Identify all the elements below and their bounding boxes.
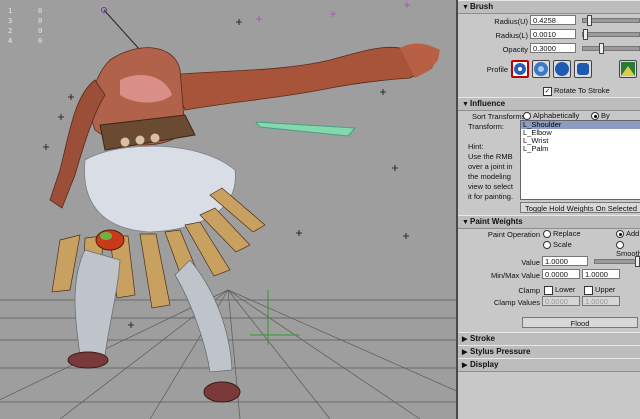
clamp-upper-option[interactable]: Upper: [584, 285, 615, 295]
rotate-to-stroke-option[interactable]: ✓ Rotate To Stroke: [543, 86, 610, 96]
brush-section-header[interactable]: ▼Brush: [458, 0, 640, 14]
soft-brush-icon: [534, 62, 548, 76]
sort-alphabetically-option[interactable]: Alphabetically: [523, 111, 579, 121]
radius-u-slider[interactable]: [582, 15, 640, 26]
scale-option[interactable]: Scale: [543, 240, 572, 250]
clamp-values-label: Clamp Values: [493, 298, 540, 307]
min-max-label: Min/Max Value: [490, 271, 540, 280]
solid-brush-icon: [555, 62, 569, 76]
scene-canvas: [0, 2, 456, 419]
opacity-field[interactable]: 0.3000: [530, 43, 576, 53]
stroke-section-header[interactable]: ▶ Stroke: [458, 332, 640, 346]
transform-label: Transform:: [468, 122, 504, 131]
slider-handle[interactable]: [599, 43, 604, 54]
smooth-radio[interactable]: [616, 241, 624, 250]
profile-soft-button[interactable]: [532, 60, 550, 78]
slider-handle[interactable]: [635, 256, 640, 267]
replace-radio[interactable]: [543, 230, 551, 239]
clamp-max-field: 1.0000: [582, 296, 620, 306]
replace-option[interactable]: Replace: [543, 229, 581, 239]
profile-gaussian-button[interactable]: [511, 60, 529, 78]
paint-operation-label: Paint Operation: [487, 230, 540, 239]
by-hierarchy-radio[interactable]: [591, 112, 599, 121]
expand-triangle-icon: ▼: [462, 4, 469, 11]
transform-list[interactable]: L_Shoulder L_Elbow L_Wrist L_Palm: [520, 120, 640, 200]
opacity-label: Opacity: [502, 45, 528, 54]
hud-row: 40: [8, 37, 43, 45]
min-value-field[interactable]: 0.0000: [542, 269, 580, 279]
hud-row: 10: [8, 7, 43, 15]
display-section-header[interactable]: ▶ Display: [458, 358, 640, 372]
modeling-viewport[interactable]: 10 30 20 40: [0, 0, 456, 419]
clamp-lower-checkbox[interactable]: [544, 285, 553, 295]
influence-section-header[interactable]: ▼Influence: [458, 97, 640, 111]
hud-counters: 10 30 20 40: [8, 6, 68, 46]
clamp-lower-option[interactable]: Lower: [544, 285, 575, 295]
square-brush-icon: [577, 63, 589, 75]
list-item[interactable]: L_Palm: [521, 145, 640, 153]
radius-l-label: Radius(L): [495, 31, 528, 40]
profile-square-button[interactable]: [574, 60, 592, 78]
hud-row: 30: [8, 17, 43, 25]
paint-weights-section-header[interactable]: ▼Paint Weights: [458, 215, 640, 229]
toggle-hold-weights-button[interactable]: Toggle Hold Weights On Selected: [520, 202, 640, 213]
slider-handle[interactable]: [583, 29, 588, 40]
alphabetically-radio[interactable]: [523, 112, 531, 121]
opacity-slider[interactable]: [582, 43, 640, 54]
expand-triangle-icon: ▼: [462, 101, 469, 108]
image-brush-icon: [621, 62, 635, 76]
scale-radio[interactable]: [543, 241, 551, 250]
clamp-upper-checkbox[interactable]: [584, 285, 593, 295]
slider-handle[interactable]: [587, 15, 592, 26]
value-label: Value: [521, 258, 540, 267]
value-field[interactable]: 1.0000: [542, 256, 588, 266]
add-radio[interactable]: [616, 230, 624, 239]
stylus-pressure-section-header[interactable]: ▶ Stylus Pressure: [458, 345, 640, 359]
hud-row: 20: [8, 27, 43, 35]
profile-solid-button[interactable]: [553, 60, 571, 78]
flood-button[interactable]: Flood: [522, 317, 638, 328]
rotate-to-stroke-checkbox[interactable]: ✓: [543, 86, 552, 96]
value-slider[interactable]: [594, 256, 640, 267]
radius-l-slider[interactable]: [582, 29, 640, 40]
radius-u-label: Radius(U): [494, 17, 528, 26]
max-value-field[interactable]: 1.0000: [582, 269, 620, 279]
painting-hint: Hint: Use the RMB over a joint in the mo…: [468, 142, 514, 201]
radius-l-field[interactable]: 0.0010: [530, 29, 576, 39]
clamp-min-field: 0.0000: [542, 296, 580, 306]
tool-settings-panel: ▼Brush Radius(U) 0.4258 Radius(L) 0.0010…: [458, 0, 640, 419]
sort-transforms-label: Sort Transforms: [472, 112, 526, 121]
gaussian-brush-icon: [514, 63, 526, 75]
collapse-triangle-icon: ▶: [462, 362, 468, 369]
add-option[interactable]: Add: [616, 229, 639, 239]
expand-triangle-icon: ▼: [462, 219, 469, 226]
profile-label: Profile: [486, 65, 508, 74]
radius-u-field[interactable]: 0.4258: [530, 15, 576, 25]
profile-file-button[interactable]: [619, 60, 637, 78]
clamp-label: Clamp: [518, 286, 540, 295]
